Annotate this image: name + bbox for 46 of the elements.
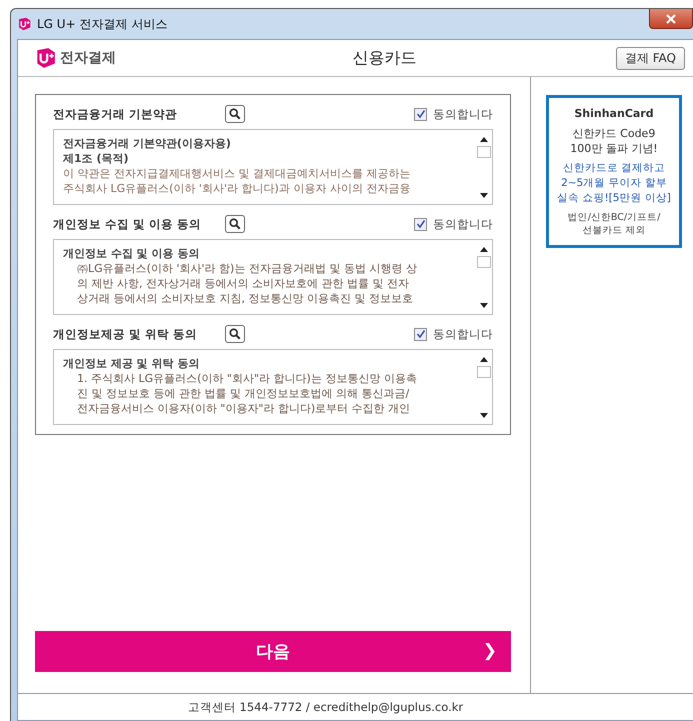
terms-line: 전자금융서비스 이용자(이하 "이용자"라 합니다)로부터 수집한 개인 <box>76 401 412 416</box>
section-title: 전자금융거래 기본약관 <box>53 106 178 122</box>
terms-line: 상거래 등에서의 소비자보호 지침, 정보통신망 이용촉진 및 정보보호 <box>76 291 414 306</box>
brand-text: ShinhanCard <box>574 107 654 120</box>
logo-icon <box>17 17 31 31</box>
window-title: LG U+ 전자결제 서비스 <box>37 16 168 32</box>
terms-line: 의 제반 사항, 전자상거래 등에서의 소비자보호에 관한 법률 및 전자 <box>76 276 410 291</box>
chevron-icon: ❯ <box>482 641 497 661</box>
terms-line: 1. 주식회사 LG유플러스(이하 "회사"라 합니다)는 정보통신망 이용촉 <box>76 371 418 386</box>
close-icon[interactable] <box>666 14 676 24</box>
agree-checkbox[interactable] <box>414 328 427 340</box>
agree-checkbox[interactable] <box>414 218 427 230</box>
scroll-thumb[interactable] <box>477 256 491 268</box>
ad-text: 신한카드 Code9 <box>572 126 656 141</box>
section-title: 개인정보 수집 및 이용 동의 <box>53 216 202 232</box>
ad-text: 실속 쇼핑![5만원 이상] <box>557 191 671 206</box>
search-button[interactable] <box>225 105 245 123</box>
ad-text: 선불카드 제외 <box>582 224 646 237</box>
ad-banner[interactable]: ShinhanCard 신한카드 Code9 100만 돌파 기념! 신한카드로 결제하고 2~5개월 무이자 할부 실속 쇼핑![5만원 이상] 법인/신한BC/기프트/ 선불카드 제외 <box>546 95 682 248</box>
ad-text: 2~5개월 무이자 할부 <box>561 176 667 191</box>
contact-info: 고객센터 1544-7772 / ecredithelp@lguplus.co.kr <box>188 700 464 714</box>
scroll-thumb[interactable] <box>477 366 491 378</box>
terms-line: 이 약관은 전자지급결제대행서비스 및 결제대금예치서비스를 제공하는 <box>63 166 412 181</box>
section-title: 개인정보제공 및 위탁 동의 <box>53 326 198 342</box>
agree-label: 동의합니다 <box>433 106 493 122</box>
search-button[interactable] <box>225 325 245 343</box>
ad-text: 법인/신한BC/기프트/ <box>568 211 660 224</box>
terms-line: 개인정보 제공 및 위탁 동의 <box>63 356 200 371</box>
terms-line: 진 및 정보보호 등에 관한 법률 및 개인정보보호법에 의해 통신과금/ <box>76 386 410 401</box>
terms-line: 개인정보 수집 및 이용 동의 <box>63 246 200 261</box>
ad-text: 신한카드로 결제하고 <box>562 161 666 176</box>
search-button[interactable] <box>225 215 245 233</box>
next-button[interactable]: 다음 ❯ <box>35 631 511 672</box>
faq-button[interactable]: 결제 FAQ <box>616 46 685 70</box>
agree-label: 동의합니다 <box>433 326 493 342</box>
scroll-thumb[interactable] <box>477 146 491 158</box>
terms-line: 제1조 (목적) <box>63 151 130 166</box>
page-title: 신용카드 <box>352 48 418 68</box>
agree-label: 동의합니다 <box>433 216 493 232</box>
ad-text: 100만 돌파 기념! <box>570 141 658 156</box>
close-button[interactable] <box>649 9 693 29</box>
terms-line: 전자금융거래 기본약관(이용자용) <box>63 136 232 151</box>
agree-checkbox[interactable] <box>414 108 427 120</box>
terms-line: 주식회사 LG유플러스(이하 '회사'라 합니다)과 이용자 사이의 전자금융 <box>63 181 412 196</box>
logo-text: 전자결제 <box>60 49 116 67</box>
terms-line: ㈜LG유플러스(이하 '회사'라 함)는 전자금융거래법 및 동법 시행령 상 <box>76 261 418 276</box>
